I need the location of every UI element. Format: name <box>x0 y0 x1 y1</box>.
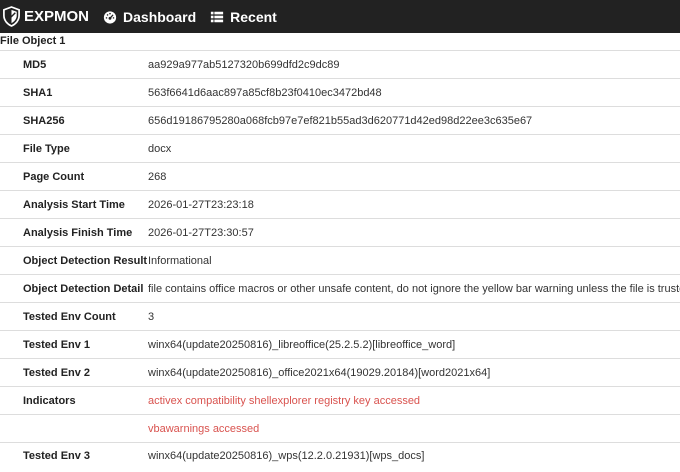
dashboard-gauge-icon <box>103 10 117 24</box>
row-value-file-type: docx <box>147 134 680 163</box>
row-value-env-2: winx64(update20250816)_office2021x64(190… <box>147 358 680 387</box>
brand-name: EXPMON <box>24 8 90 25</box>
row-key-sha256: SHA256 <box>0 106 147 135</box>
row-key-page-count: Page Count <box>0 162 147 191</box>
list-icon <box>211 11 224 22</box>
nav-recent[interactable]: Recent <box>210 9 277 25</box>
row-key-empty <box>0 414 147 443</box>
row-key-analysis-finish: Analysis Finish Time <box>0 218 147 247</box>
table-row: MD5 aa929a977ab5127320b699dfd2c9dc89 <box>0 50 680 79</box>
table-row: SHA1 563f6641d6aac897a85cf8b23f0410ec347… <box>0 78 680 107</box>
row-key-file-type: File Type <box>0 134 147 163</box>
row-key-analysis-start: Analysis Start Time <box>0 190 147 219</box>
brand-link[interactable]: EXPMON <box>2 6 89 27</box>
table-row: File Type docx <box>0 134 680 163</box>
shield-icon <box>3 6 20 27</box>
table-row: SHA256 656d19186795280a068fcb97e7ef821b5… <box>0 106 680 135</box>
row-key-indicators: Indicators <box>0 386 147 415</box>
row-value-analysis-finish: 2026-01-27T23:30:57 <box>147 218 680 247</box>
table-row: Analysis Start Time 2026-01-27T23:23:18 <box>0 190 680 219</box>
row-value-detection-detail: file contains office macros or other uns… <box>147 274 680 303</box>
row-key-env-1: Tested Env 1 <box>0 330 147 359</box>
table-row: Tested Env 3 winx64(update20250816)_wps(… <box>0 442 680 469</box>
row-key-md5: MD5 <box>0 50 147 79</box>
indicator-item: activex compatibility shellexplorer regi… <box>147 386 680 415</box>
row-value-env-3: winx64(update20250816)_wps(12.2.0.21931)… <box>147 442 680 469</box>
row-key-detection-detail: Object Detection Detail <box>0 274 147 303</box>
top-navbar: EXPMON Dashboard Recent <box>0 0 680 33</box>
row-value-md5: aa929a977ab5127320b699dfd2c9dc89 <box>147 50 680 79</box>
table-row: Tested Env 2 winx64(update20250816)_offi… <box>0 358 680 387</box>
table-row: Page Count 268 <box>0 162 680 191</box>
row-value-env-count: 3 <box>147 302 680 331</box>
row-key-env-3: Tested Env 3 <box>0 442 147 469</box>
table-row: vbawarnings accessed <box>0 414 680 443</box>
row-value-detection-result: Informational <box>147 246 680 275</box>
table-row: Indicators activex compatibility shellex… <box>0 386 680 415</box>
file-details-table: MD5 aa929a977ab5127320b699dfd2c9dc89 SHA… <box>0 50 680 469</box>
nav-dashboard-label: Dashboard <box>123 8 197 25</box>
row-key-sha1: SHA1 <box>0 78 147 107</box>
nav-dashboard[interactable]: Dashboard <box>103 9 196 25</box>
section-title: File Object 1 <box>0 35 66 47</box>
table-row: Analysis Finish Time 2026-01-27T23:30:57 <box>0 218 680 247</box>
row-value-page-count: 268 <box>147 162 680 191</box>
row-key-detection-result: Object Detection Result <box>0 246 147 275</box>
row-value-env-1: winx64(update20250816)_libreoffice(25.2.… <box>147 330 680 359</box>
row-key-env-count: Tested Env Count <box>0 302 147 331</box>
indicator-item: vbawarnings accessed <box>147 414 680 443</box>
table-row: Object Detection Result Informational <box>0 246 680 275</box>
table-row: Object Detection Detail file contains of… <box>0 274 680 303</box>
row-value-analysis-start: 2026-01-27T23:23:18 <box>147 190 680 219</box>
row-value-sha256: 656d19186795280a068fcb97e7ef821b55ad3d62… <box>147 106 680 135</box>
table-row: Tested Env 1 winx64(update20250816)_libr… <box>0 330 680 359</box>
nav-recent-label: Recent <box>230 8 277 25</box>
row-key-env-2: Tested Env 2 <box>0 358 147 387</box>
table-row: Tested Env Count 3 <box>0 302 680 331</box>
row-value-sha1: 563f6641d6aac897a85cf8b23f0410ec3472bd48 <box>147 78 680 107</box>
